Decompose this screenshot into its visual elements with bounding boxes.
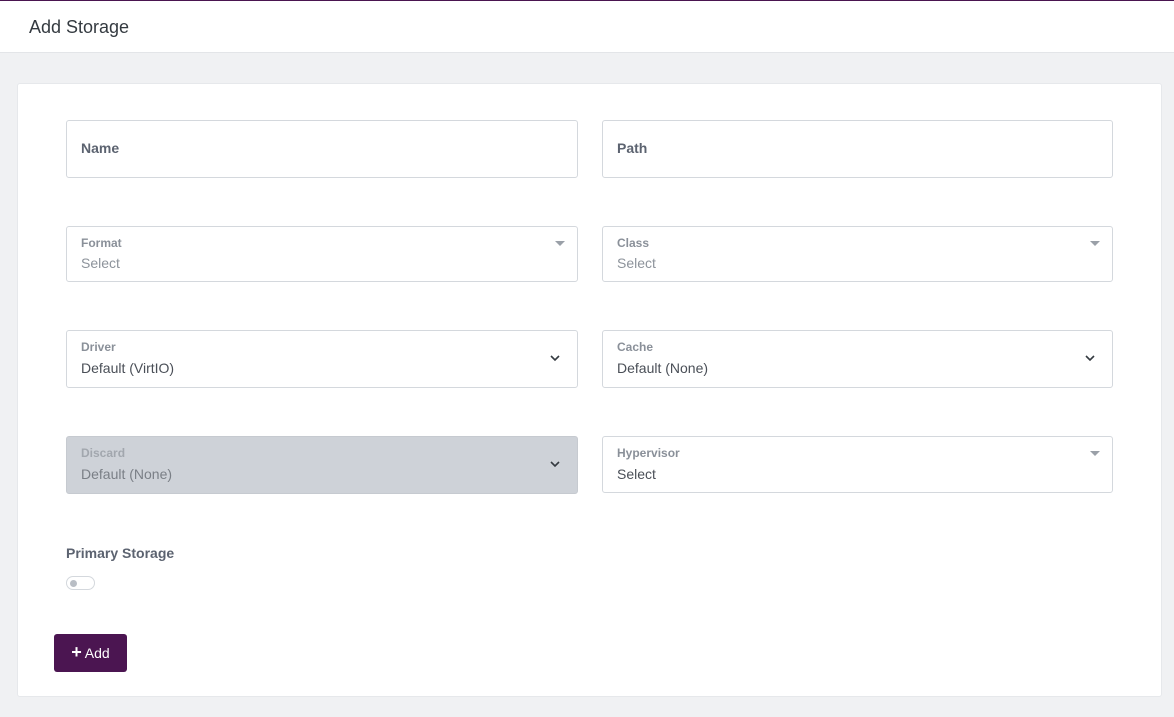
- plus-icon: +: [71, 642, 82, 662]
- driver-select[interactable]: Driver Default (VirtIO): [66, 330, 578, 388]
- hypervisor-select[interactable]: Hypervisor Select: [602, 436, 1113, 493]
- add-button[interactable]: + Add: [54, 634, 127, 672]
- format-select[interactable]: Format Select: [66, 226, 578, 282]
- cache-select[interactable]: Cache Default (None): [602, 330, 1113, 388]
- format-value: Select: [81, 255, 120, 271]
- path-input-label: Path: [617, 140, 648, 156]
- caret-down-icon: [1090, 241, 1100, 246]
- page-title: Add Storage: [29, 17, 130, 37]
- caret-down-icon: [1090, 451, 1100, 456]
- name-input[interactable]: Name: [66, 120, 578, 178]
- cache-label: Cache: [617, 340, 654, 354]
- discard-select: Discard Default (None): [66, 436, 578, 494]
- add-button-label: Add: [84, 645, 110, 661]
- primary-storage-toggle[interactable]: [66, 576, 95, 590]
- hypervisor-value: Select: [617, 466, 656, 482]
- driver-value: Default (VirtIO): [81, 360, 175, 376]
- chevron-down-icon: [550, 355, 560, 362]
- primary-storage-label: Primary Storage: [66, 545, 175, 561]
- path-input[interactable]: Path: [602, 120, 1113, 178]
- caret-down-icon: [555, 241, 565, 246]
- hypervisor-label: Hypervisor: [617, 446, 680, 460]
- discard-value: Default (None): [81, 466, 173, 482]
- chevron-down-icon: [1085, 355, 1095, 362]
- discard-label: Discard: [81, 446, 126, 460]
- toggle-knob: [70, 580, 77, 587]
- chevron-down-icon: [550, 461, 560, 468]
- driver-label: Driver: [81, 340, 116, 354]
- class-value: Select: [617, 255, 656, 271]
- class-label: Class: [617, 236, 650, 250]
- page-header: Add Storage: [0, 1, 1174, 53]
- cache-value: Default (None): [617, 360, 709, 376]
- name-input-label: Name: [81, 140, 120, 156]
- format-label: Format: [81, 236, 122, 250]
- class-select[interactable]: Class Select: [602, 226, 1113, 282]
